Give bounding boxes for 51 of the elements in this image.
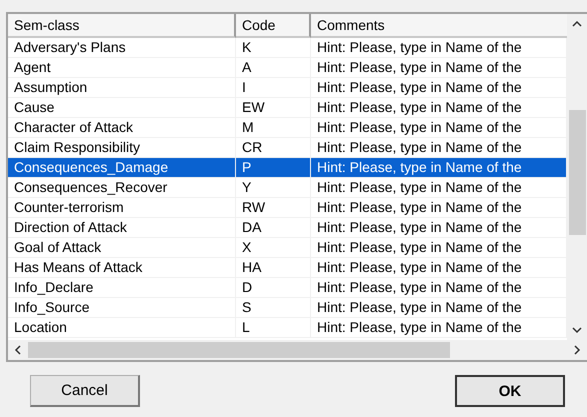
table-cell: M (236, 118, 311, 137)
table-row[interactable]: Location L Hint: Please, type in Name of the (8, 318, 567, 338)
column-header[interactable]: Sem-class (8, 14, 236, 38)
table-cell: Info_Source (8, 298, 236, 317)
table-cell: A (236, 58, 311, 77)
table-cell: Cause (8, 98, 236, 117)
table-cell: Goal of Attack (8, 238, 236, 257)
table-cell: K (236, 38, 311, 57)
table-row[interactable]: Direction of Attack DA Hint: Please, type in Name of the (8, 218, 567, 238)
table-row[interactable]: Character of Attack M Hint: Please, type in Name of the (8, 118, 567, 138)
table-cell: DA (236, 218, 311, 237)
table-cell: L (236, 318, 311, 337)
horizontal-scrollbar[interactable] (8, 340, 587, 360)
table-row[interactable]: Counter-terrorism RW Hint: Please, type in Name of the (8, 198, 567, 218)
table-row[interactable]: Info_Source S Hint: Please, type in Name of the (8, 298, 567, 318)
table-row[interactable]: Info_Declare D Hint: Please, type in Name of the (8, 278, 567, 298)
cancel-button[interactable]: Cancel (30, 375, 140, 407)
table-cell: S (236, 298, 311, 317)
table-cell: Adversary's Plans (8, 38, 236, 57)
table-cell: Location (8, 318, 236, 337)
table-cell: Claim Responsibility (8, 138, 236, 157)
ok-button[interactable]: OK (455, 375, 565, 407)
column-header[interactable]: Comments (311, 14, 567, 38)
table-row[interactable]: Consequences_Recover Y Hint: Please, type in Name of the (8, 178, 567, 198)
table-cell: Agent (8, 58, 236, 77)
table-cell: Counter-terrorism (8, 198, 236, 217)
table-row[interactable]: Goal of Attack X Hint: Please, type in Name of the (8, 238, 567, 258)
column-header[interactable]: Code (236, 14, 311, 38)
vertical-scrollbar[interactable] (567, 14, 587, 340)
table-row[interactable]: Assumption I Hint: Please, type in Name of the (8, 78, 567, 98)
table-cell: D (236, 278, 311, 297)
table-cell: Info_Declare (8, 278, 236, 297)
table-cell: Consequences_Damage (8, 158, 236, 177)
table-cell: CR (236, 138, 311, 157)
table-cell: EW (236, 98, 311, 117)
table-cell: Character of Attack (8, 118, 236, 137)
table-cell: Consequences_Recover (8, 178, 236, 197)
table-cell: Has Means of Attack (8, 258, 236, 277)
table-cell: Direction of Attack (8, 218, 236, 237)
table-row[interactable]: Adversary's Plans K Hint: Please, type in Name of the (8, 38, 567, 58)
table-cell: Y (236, 178, 311, 197)
table-row[interactable]: Agent A Hint: Please, type in Name of the (8, 58, 567, 78)
table-cell: Assumption (8, 78, 236, 97)
table-cell: I (236, 78, 311, 97)
table-cell: HA (236, 258, 311, 277)
table-cell: X (236, 238, 311, 257)
table-row[interactable]: Has Means of Attack HA Hint: Please, type in Name of the (8, 258, 567, 278)
table-row[interactable]: Consequences_Damage P Hint: Please, type in Name of the (8, 158, 567, 178)
table-row[interactable]: Cause EW Hint: Please, type in Name of the (8, 98, 567, 118)
table-cell: P (236, 158, 311, 177)
table-cell: RW (236, 198, 311, 217)
